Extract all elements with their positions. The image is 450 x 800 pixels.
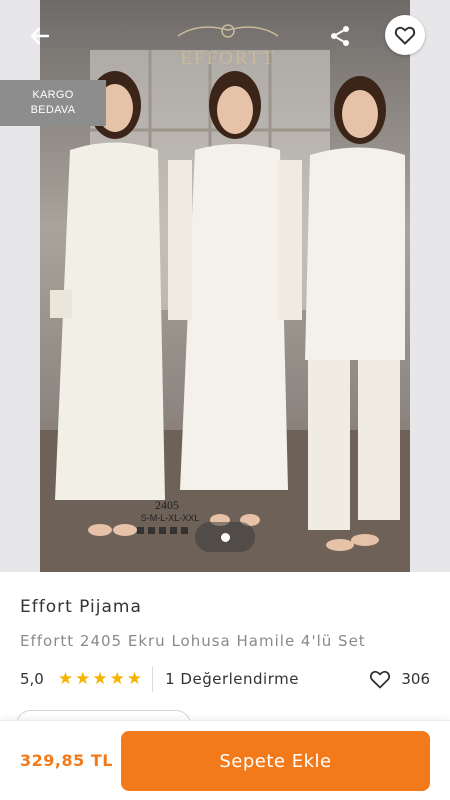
size-swatches <box>137 527 188 534</box>
logo-text: EFFORTT <box>180 48 276 69</box>
model-sizes: S-M-L-XL-XXL <box>140 513 200 523</box>
size-swatch <box>181 527 188 534</box>
badge-line-2: BEDAVA <box>30 104 76 116</box>
free-shipping-badge: KARGO BEDAVA <box>0 80 106 126</box>
size-swatch <box>159 527 166 534</box>
image-pager[interactable] <box>195 522 255 552</box>
product-info: Effort Pijama Effortt 2405 Ekru Lohusa H… <box>0 572 450 740</box>
divider <box>152 666 154 692</box>
back-button[interactable] <box>20 16 60 56</box>
review-count-link[interactable]: 1 Değerlendirme <box>165 670 299 688</box>
badge-line-1: KARGO <box>32 89 74 101</box>
star-icon: ★ <box>92 668 108 689</box>
product-title: Effortt 2405 Ekru Lohusa Hamile 4'lü Set <box>20 632 366 650</box>
model-code: 2405 <box>155 498 179 512</box>
brand-logo: EFFORTT <box>168 20 288 76</box>
rating-stars: ★ ★ ★ ★ ★ <box>57 668 143 689</box>
logo-ornament <box>177 24 279 38</box>
rating-value: 5,0 <box>20 670 44 688</box>
star-icon: ★ <box>109 668 125 689</box>
add-to-cart-button[interactable]: Sepete Ekle <box>121 731 430 791</box>
arrow-left-icon <box>30 27 50 45</box>
product-brand[interactable]: Effort Pijama <box>20 597 142 617</box>
share-button[interactable] <box>320 16 360 56</box>
product-image-gallery[interactable]: EFFORTT KARGO BEDAVA 2405 S-M-L-XL-XXL <box>0 0 450 572</box>
favorite-count: 306 <box>401 670 430 688</box>
size-swatch <box>170 527 177 534</box>
star-icon: ★ <box>75 668 91 689</box>
pager-dot-active[interactable] <box>220 532 230 542</box>
size-swatch <box>137 527 144 534</box>
star-icon: ★ <box>126 668 143 689</box>
share-icon <box>331 26 349 46</box>
bottom-action-bar: 329,85 TL Sepete Ekle <box>0 720 450 800</box>
price: 329,85 TL <box>20 751 113 770</box>
rating-row: 5,0 ★ ★ ★ ★ ★ 1 Değerlendirme 306 <box>20 666 430 692</box>
size-swatch <box>148 527 155 534</box>
heart-outline-icon <box>394 26 416 45</box>
favorite-count-area[interactable]: 306 <box>367 667 430 691</box>
favorite-button[interactable] <box>385 15 425 55</box>
star-icon: ★ <box>57 668 74 689</box>
heart-outline-icon <box>370 670 391 689</box>
